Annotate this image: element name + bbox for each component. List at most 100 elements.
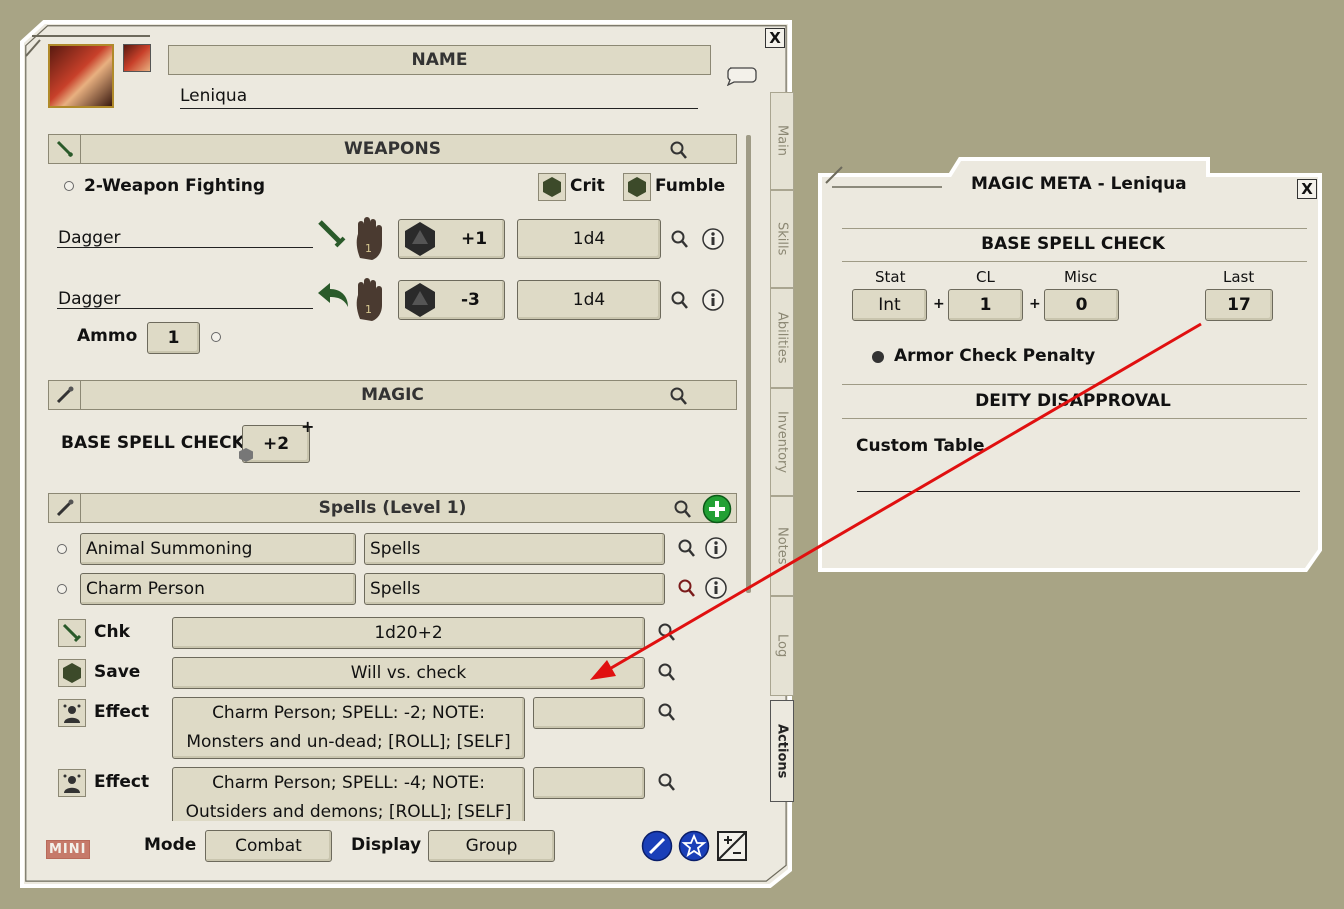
effect-extra-field[interactable] (533, 697, 645, 729)
attack-bonus-field[interactable]: -3 (398, 280, 505, 320)
search-icon[interactable] (669, 386, 689, 406)
mini-label: MINI (49, 842, 87, 857)
action-label: Effect (94, 772, 150, 792)
search-icon[interactable] (670, 290, 690, 310)
save-field[interactable]: Will vs. check (172, 657, 645, 689)
effect-field[interactable]: Charm Person; SPELL: -2; NOTE: Monsters … (172, 697, 525, 759)
search-icon[interactable] (657, 702, 677, 722)
hand-icon[interactable]: 1 (352, 214, 388, 260)
add-spell-button[interactable] (702, 494, 732, 524)
spell-group-field[interactable]: Spells (364, 573, 665, 605)
search-icon[interactable] (657, 622, 677, 642)
spell-name-field[interactable]: Charm Person (80, 573, 356, 605)
search-icon[interactable] (670, 229, 690, 249)
stat-select[interactable]: Int (852, 289, 927, 321)
plus-minus-icon[interactable] (717, 831, 747, 861)
scrollbar[interactable] (746, 135, 751, 593)
spell-group-field[interactable]: Spells (364, 533, 665, 565)
effect-text-line: Charm Person; SPELL: -4; NOTE: (212, 773, 485, 793)
token-portrait[interactable] (123, 44, 151, 72)
melee-sword-icon[interactable] (316, 218, 348, 250)
attack-bonus-field[interactable]: +1 (398, 219, 505, 259)
ammo-radio[interactable] (211, 332, 221, 342)
search-icon[interactable] (657, 662, 677, 682)
save-button[interactable] (58, 659, 86, 687)
ammo-field[interactable]: 1 (147, 322, 200, 354)
effect-field[interactable]: Charm Person; SPELL: -4; NOTE: Outsiders… (172, 767, 525, 821)
tab-abilities[interactable]: Abilities (770, 288, 794, 388)
tab-main[interactable]: Main (770, 92, 794, 190)
misc-field[interactable]: 0 (1044, 289, 1119, 321)
star-icon[interactable] (678, 830, 710, 862)
effect-button[interactable] (58, 769, 86, 797)
spell-radio[interactable] (57, 584, 67, 594)
search-icon[interactable] (677, 538, 697, 558)
info-icon[interactable] (701, 288, 725, 312)
spell-name-field[interactable]: Animal Summoning (80, 533, 356, 565)
info-icon[interactable] (704, 536, 728, 560)
character-portrait[interactable] (48, 44, 114, 108)
damage-field[interactable]: 1d4 (517, 280, 661, 320)
cast-check-button[interactable] (58, 619, 86, 647)
character-sheet-window: X NAME Leniqua WEAPONS 2-Weapon Fighting… (0, 0, 800, 900)
effect-button[interactable] (58, 699, 86, 727)
search-icon[interactable] (677, 578, 697, 598)
tab-label: Notes (774, 527, 790, 565)
info-icon[interactable] (704, 576, 728, 600)
mini-button[interactable]: MINI (46, 840, 90, 859)
base-spell-check-label: BASE SPELL CHECK (61, 433, 245, 453)
search-icon[interactable] (669, 140, 689, 160)
check-roll-field[interactable]: 1d20+2 (172, 617, 645, 649)
tab-actions[interactable]: Actions (770, 700, 794, 802)
damage-value: 1d4 (572, 229, 606, 249)
effect-extra-field[interactable] (533, 767, 645, 799)
chat-bubble-icon[interactable] (724, 64, 758, 86)
info-icon[interactable] (701, 227, 725, 251)
display-select[interactable]: Group (428, 830, 555, 862)
section-header-deity-disapproval: DEITY DISAPPROVAL (975, 391, 1171, 411)
mode-select[interactable]: Combat (205, 830, 332, 862)
attack-action-icon[interactable] (641, 830, 673, 862)
crit-dice-button[interactable] (538, 173, 566, 201)
tab-label: Inventory (774, 410, 790, 474)
spell-name: Animal Summoning (86, 539, 253, 559)
spell-radio[interactable] (57, 544, 67, 554)
search-icon[interactable] (673, 499, 693, 519)
cl-field[interactable]: 1 (948, 289, 1023, 321)
last-label: Last (1223, 268, 1255, 286)
hexagon-icon (63, 663, 81, 683)
hexagon-icon (628, 177, 646, 197)
close-label: X (769, 29, 781, 47)
attack-bonus-value: -3 (461, 290, 480, 310)
close-button[interactable]: X (1297, 179, 1317, 199)
action-label: Chk (94, 622, 130, 642)
tab-skills[interactable]: Skills (770, 190, 794, 288)
name-field[interactable]: Leniqua (180, 86, 698, 109)
action-label: Effect (94, 702, 150, 722)
last-roll-field[interactable]: 17 (1205, 289, 1273, 321)
damage-field[interactable]: 1d4 (517, 219, 661, 259)
plus-icon[interactable]: + (301, 417, 314, 436)
fumble-dice-button[interactable] (623, 173, 651, 201)
attack-bonus-value: +1 (461, 229, 488, 249)
two-weapon-label: 2-Weapon Fighting (84, 176, 266, 196)
tab-notes[interactable]: Notes (770, 496, 794, 596)
ranged-arrow-icon[interactable] (316, 281, 350, 311)
close-button[interactable]: X (765, 28, 785, 48)
weapon-name[interactable]: Dagger (58, 289, 121, 309)
section-divider (842, 261, 1307, 262)
weapon-name[interactable]: Dagger (58, 228, 121, 248)
effect-text-line: Monsters and un-dead; [ROLL]; [SELF] (186, 732, 511, 752)
two-weapon-radio[interactable] (64, 181, 74, 191)
magic-header: MAGIC (48, 380, 737, 410)
armor-check-radio[interactable] (872, 351, 884, 363)
custom-table-field[interactable] (857, 465, 1300, 492)
base-spell-check-value: +2 (262, 434, 290, 454)
tab-log[interactable]: Log (770, 596, 794, 696)
effect-clip: Charm Person; SPELL: -4; NOTE: Outsiders… (172, 767, 528, 821)
search-icon[interactable] (657, 772, 677, 792)
cl-value: 1 (979, 295, 992, 315)
tab-inventory[interactable]: Inventory (770, 388, 794, 496)
effect-text-line: Charm Person; SPELL: -2; NOTE: (212, 703, 485, 723)
hand-icon[interactable]: 1 (352, 275, 388, 321)
